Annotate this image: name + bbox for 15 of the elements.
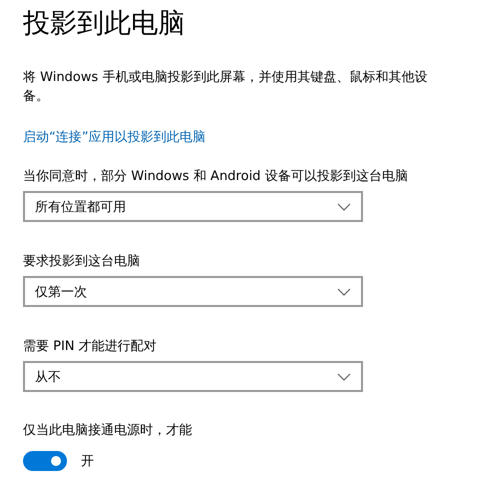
dropdown[interactable]: 从不 (23, 361, 363, 392)
chevron-down-icon (337, 372, 351, 380)
toggle-state-text: 开 (81, 453, 94, 470)
toggle-switch[interactable] (23, 451, 67, 471)
dropdown[interactable]: 仅第一次 (23, 276, 363, 307)
dropdown[interactable]: 所有位置都可用 (23, 191, 363, 222)
page-title: 投影到此电脑 (23, 7, 186, 41)
setting-label: 要求投影到这台电脑 (23, 253, 141, 271)
setting-label: 仅当此电脑接通电源时，才能 (23, 422, 193, 440)
description-text: 将 Windows 手机或电脑投影到此屏幕，并使用其键盘、鼠标和其他设备。 (23, 69, 428, 106)
setting-label: 当你同意时，部分 Windows 和 Android 设备可以投影到这台电脑 (23, 168, 409, 186)
chevron-down-icon (337, 288, 351, 296)
connect-app-link[interactable]: 启动“连接”应用以投影到此电脑 (23, 129, 206, 147)
setting-label: 需要 PIN 才能进行配对 (23, 338, 158, 356)
chevron-down-icon (337, 202, 351, 210)
